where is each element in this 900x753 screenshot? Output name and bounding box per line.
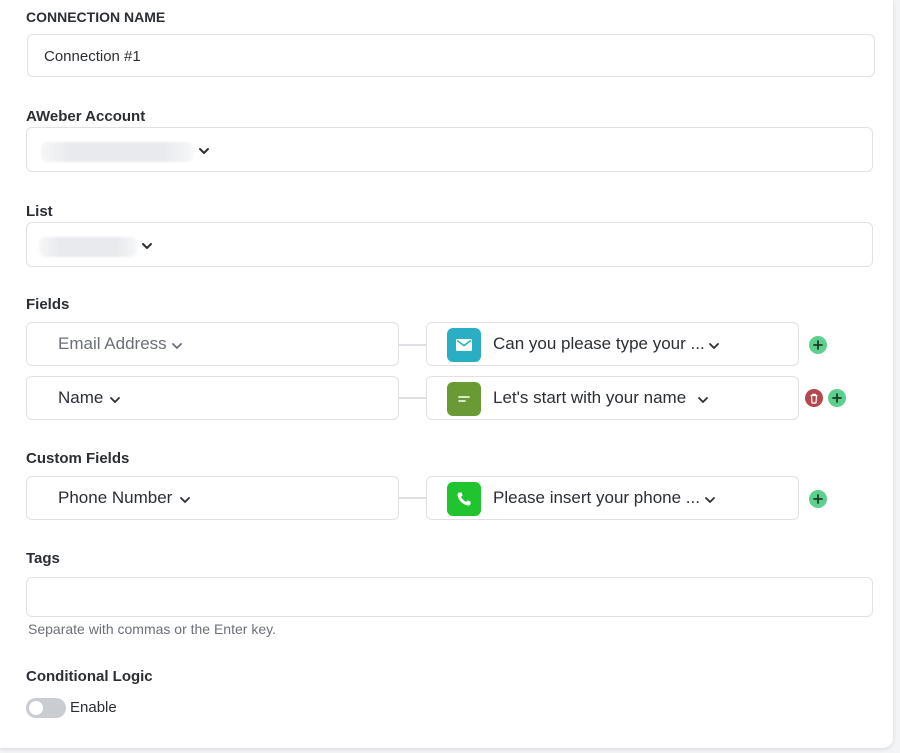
provider-field-value: Name	[58, 388, 104, 407]
provider-field-select[interactable]: Name	[26, 376, 399, 420]
aweber-account-select[interactable]	[26, 127, 873, 172]
add-field-button[interactable]	[809, 336, 827, 354]
tags-input[interactable]	[26, 577, 873, 617]
connection-name-input[interactable]: Connection #1	[27, 34, 875, 77]
tags-label: Tags	[26, 550, 60, 567]
mapping-connector	[399, 344, 427, 346]
phone-icon	[447, 482, 481, 516]
delete-field-button[interactable]	[805, 389, 823, 407]
fields-label: Fields	[26, 296, 70, 313]
custom-provider-field-value: Phone Number	[58, 488, 173, 507]
chevron-down-icon	[142, 243, 152, 249]
chevron-down-icon	[709, 343, 719, 349]
chevron-down-icon	[698, 397, 708, 403]
connection-name-label: CONNECTION NAME	[26, 9, 166, 25]
plus-icon	[813, 494, 823, 504]
trash-icon	[810, 393, 818, 404]
connection-settings-card: CONNECTION NAME Connection #1 AWeber Acc…	[0, 0, 893, 748]
chevron-down-icon	[199, 148, 209, 154]
plus-icon	[832, 393, 842, 403]
provider-field-select[interactable]: Email Address	[26, 322, 399, 366]
question-select[interactable]: Can you please type your ...	[426, 322, 799, 366]
plus-icon	[813, 340, 823, 350]
conditional-logic-label: Conditional Logic	[26, 668, 153, 685]
custom-fields-label: Custom Fields	[26, 450, 130, 467]
short-text-icon	[447, 382, 481, 416]
tags-hint: Separate with commas or the Enter key.	[28, 621, 276, 637]
conditional-logic-toggle-label: Enable	[70, 699, 117, 716]
question-value: Can you please type your ...	[493, 334, 705, 353]
toggle-knob	[29, 701, 43, 715]
question-value: Let's start with your name	[493, 388, 687, 407]
provider-field-value: Email Address	[58, 334, 167, 353]
chevron-down-icon	[110, 397, 120, 403]
question-select[interactable]: Let's start with your name	[426, 376, 799, 420]
add-field-button[interactable]	[828, 389, 846, 407]
conditional-logic-toggle[interactable]	[26, 698, 66, 718]
mapping-connector	[399, 497, 427, 499]
custom-question-value: Please insert your phone ...	[493, 488, 700, 507]
list-value-redacted	[39, 237, 137, 257]
add-custom-field-button[interactable]	[809, 490, 827, 508]
list-label: List	[26, 203, 53, 220]
email-icon	[447, 328, 481, 362]
chevron-down-icon	[705, 497, 715, 503]
aweber-account-value-redacted	[41, 142, 193, 162]
connection-name-value: Connection #1	[44, 48, 141, 65]
mapping-connector	[399, 397, 427, 399]
custom-provider-field-select[interactable]: Phone Number	[26, 476, 399, 520]
chevron-down-icon	[180, 497, 190, 503]
aweber-account-label: AWeber Account	[26, 108, 146, 125]
list-select[interactable]	[26, 222, 873, 267]
chevron-down-icon	[172, 343, 182, 349]
custom-question-select[interactable]: Please insert your phone ...	[426, 476, 799, 520]
